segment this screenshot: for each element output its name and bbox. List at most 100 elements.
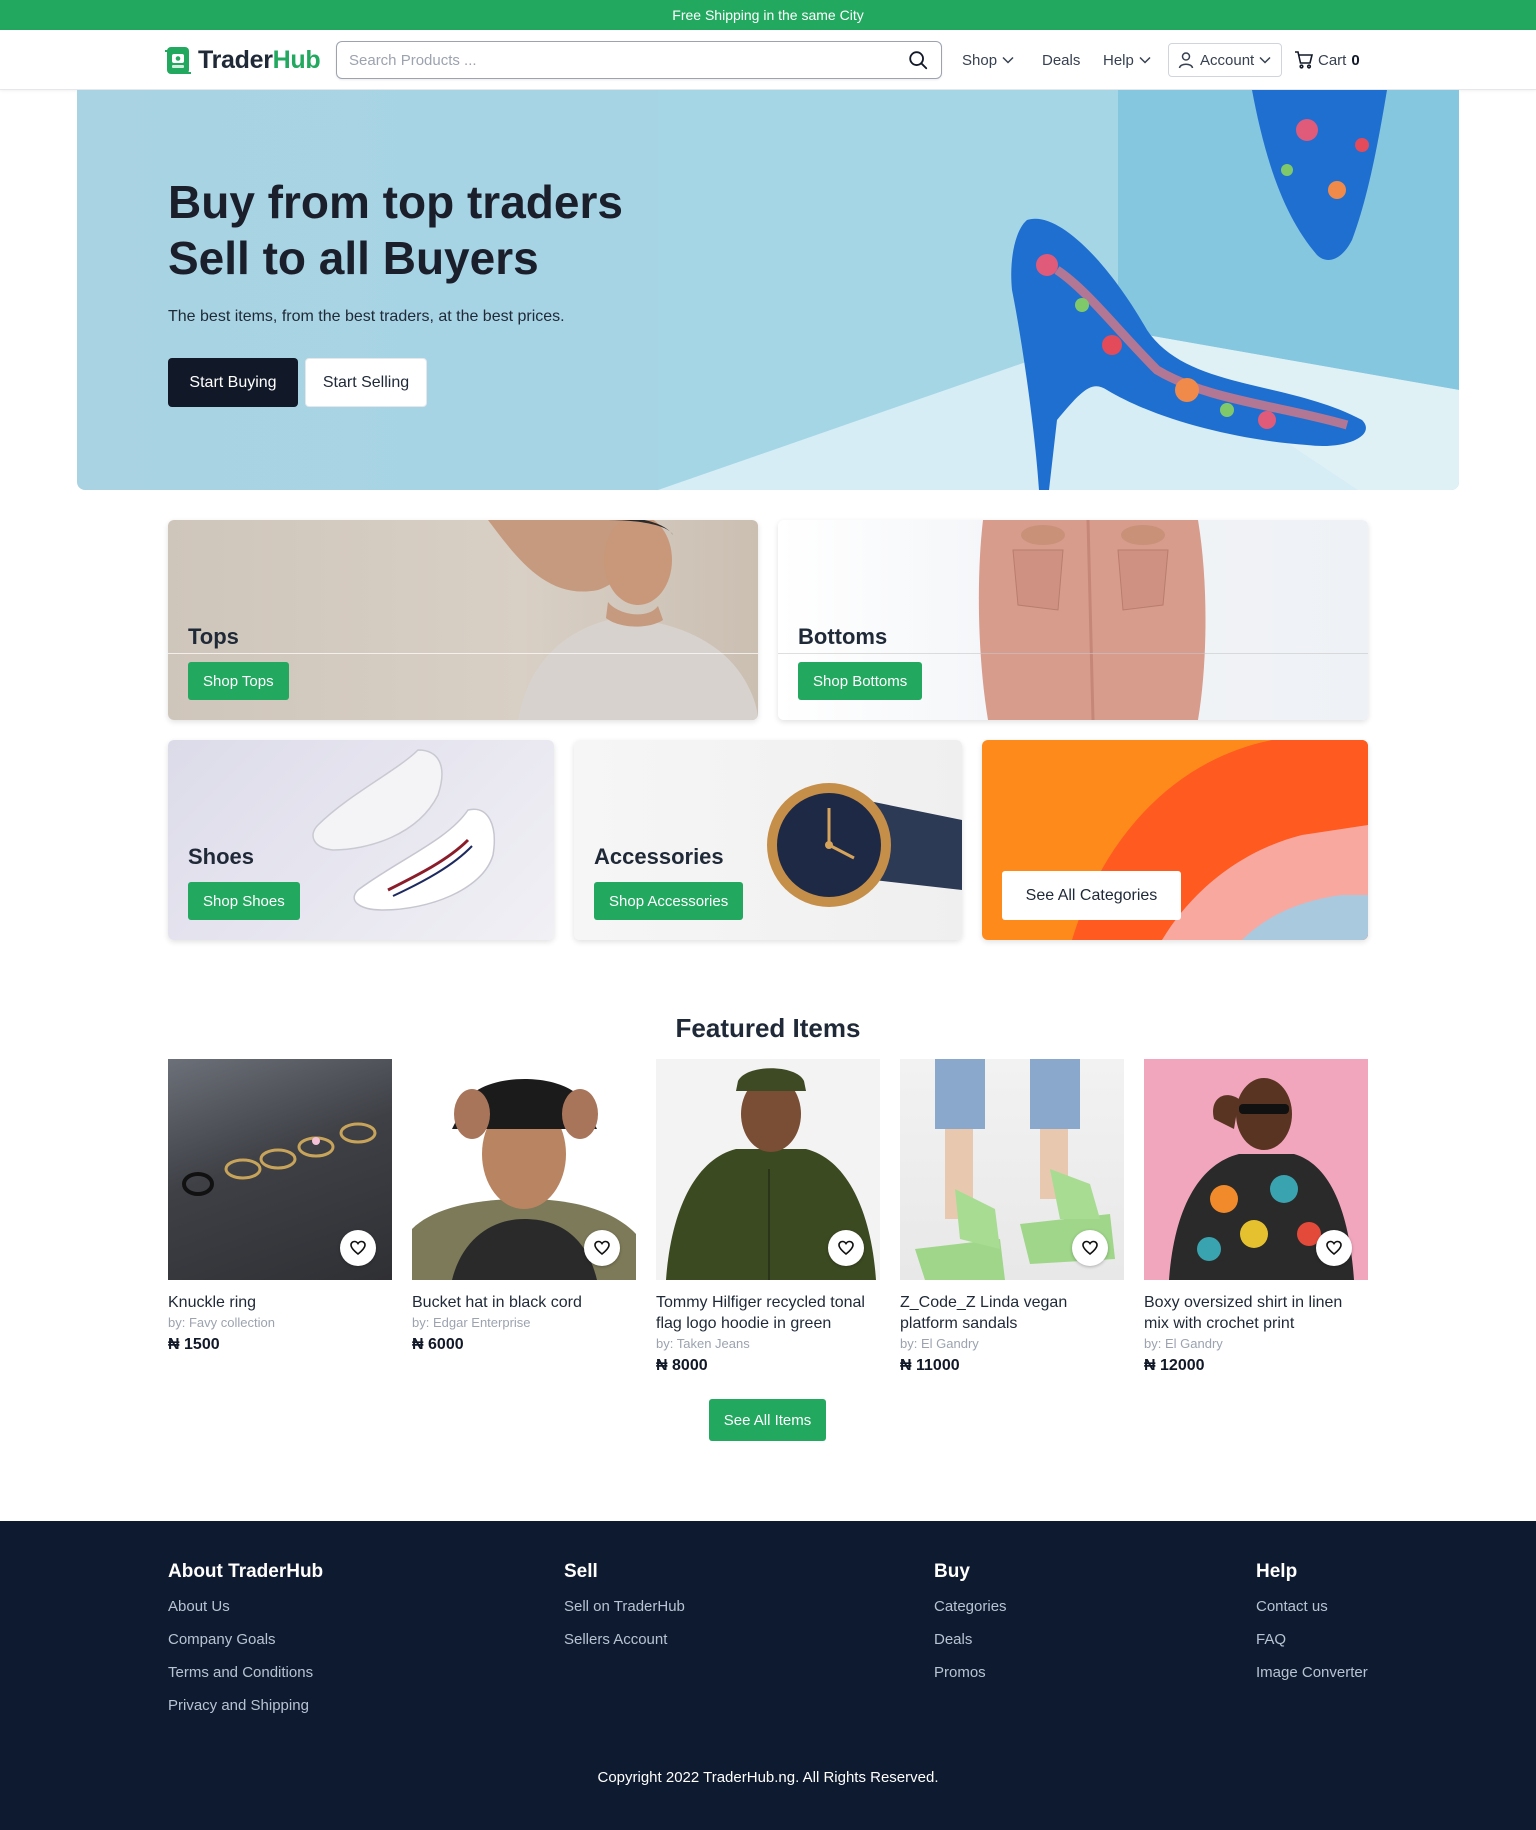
product-image[interactable] xyxy=(168,1059,392,1280)
footer-link[interactable]: Promos xyxy=(934,1663,1007,1682)
footer-link[interactable]: Terms and Conditions xyxy=(168,1663,323,1682)
divider xyxy=(778,653,1368,654)
nav-deals-label: Deals xyxy=(1042,51,1081,69)
footer-column-help: Help Contact us FAQ Image Converter xyxy=(1256,1561,1368,1696)
product-seller: by: Edgar Enterprise xyxy=(412,1315,636,1330)
product-card[interactable]: Tommy Hilfiger recycled tonal flag logo … xyxy=(656,1059,880,1375)
nav-shop[interactable]: Shop xyxy=(962,41,1015,79)
category-card-bottoms[interactable]: Bottoms Shop Bottoms xyxy=(778,520,1368,720)
cart-button[interactable]: Cart 0 xyxy=(1294,41,1360,79)
product-price: ₦ 1500 xyxy=(168,1336,392,1354)
wishlist-button[interactable] xyxy=(1072,1230,1108,1266)
shop-tops-button[interactable]: Shop Tops xyxy=(188,662,289,700)
wishlist-button[interactable] xyxy=(340,1230,376,1266)
price-value: 8000 xyxy=(672,1357,708,1374)
hero-subtitle: The best items, from the best traders, a… xyxy=(168,308,565,325)
nav-help-label: Help xyxy=(1103,51,1134,69)
footer-heading: Sell xyxy=(564,1561,598,1582)
product-price: ₦ 6000 xyxy=(412,1336,636,1354)
footer-heading: Buy xyxy=(934,1561,970,1582)
category-card-all[interactable]: See All Categories xyxy=(982,740,1368,940)
category-title-tops: Tops xyxy=(188,624,239,649)
footer-link[interactable]: Sell on TraderHub xyxy=(564,1597,685,1616)
wishlist-button[interactable] xyxy=(584,1230,620,1266)
price-value: 1500 xyxy=(184,1336,220,1353)
footer-link[interactable]: Company Goals xyxy=(168,1630,323,1649)
footer-column-buy: Buy Categories Deals Promos xyxy=(934,1561,1007,1696)
user-icon xyxy=(1178,52,1194,69)
nav-deals[interactable]: Deals xyxy=(1042,41,1080,79)
wishlist-button[interactable] xyxy=(1316,1230,1352,1266)
nav-help[interactable]: Help xyxy=(1103,41,1152,79)
footer-column-sell: Sell Sell on TraderHub Sellers Account xyxy=(564,1561,685,1663)
product-name[interactable]: Knuckle ring xyxy=(168,1292,392,1313)
shop-shoes-button[interactable]: Shop Shoes xyxy=(188,882,300,920)
announcement-bar: Free Shipping in the same City xyxy=(0,0,1536,30)
price-value: 11000 xyxy=(916,1357,960,1374)
site-header: TraderHub Shop Deals Help Account Cart 0 xyxy=(0,30,1536,90)
product-name[interactable]: Z_Code_Z Linda vegan platform sandals xyxy=(900,1292,1124,1334)
category-card-shoes[interactable]: Shoes Shop Shoes xyxy=(168,740,554,940)
footer-link[interactable]: FAQ xyxy=(1256,1630,1368,1649)
product-name[interactable]: Boxy oversized shirt in linen mix with c… xyxy=(1144,1292,1368,1334)
wishlist-button[interactable] xyxy=(828,1230,864,1266)
price-value: 6000 xyxy=(428,1336,464,1353)
product-image[interactable] xyxy=(656,1059,880,1280)
nav-shop-label: Shop xyxy=(962,51,998,69)
product-card[interactable]: Bucket hat in black cord by: Edgar Enter… xyxy=(412,1059,636,1354)
shop-bottoms-button[interactable]: Shop Bottoms xyxy=(798,662,923,700)
footer-heading: About TraderHub xyxy=(168,1561,324,1582)
by-prefix: by: xyxy=(1144,1336,1162,1351)
see-all-categories-button[interactable]: See All Categories xyxy=(1002,871,1181,920)
cart-label: Cart xyxy=(1318,51,1347,69)
by-prefix: by: xyxy=(656,1336,674,1351)
divider xyxy=(168,653,758,654)
start-buying-button[interactable]: Start Buying xyxy=(168,358,298,407)
by-prefix: by: xyxy=(900,1336,918,1351)
seller-name: El Gandry xyxy=(920,1336,979,1351)
footer-heading: Help xyxy=(1256,1561,1298,1582)
heart-icon xyxy=(1326,1240,1342,1256)
heart-icon xyxy=(350,1240,366,1256)
logo[interactable]: TraderHub xyxy=(162,42,321,78)
hero-title: Buy from top traders Sell to all Buyers xyxy=(168,174,623,286)
account-label: Account xyxy=(1200,51,1255,69)
search-bar xyxy=(336,41,942,79)
product-name[interactable]: Tommy Hilfiger recycled tonal flag logo … xyxy=(656,1292,880,1334)
cart-count: 0 xyxy=(1351,51,1360,69)
product-card[interactable]: Z_Code_Z Linda vegan platform sandals by… xyxy=(900,1059,1124,1375)
see-all-items-button[interactable]: See All Items xyxy=(709,1399,826,1441)
product-name[interactable]: Bucket hat in black cord xyxy=(412,1292,636,1313)
start-selling-button[interactable]: Start Selling xyxy=(305,358,427,407)
footer-link[interactable]: Categories xyxy=(934,1597,1007,1616)
product-card[interactable]: Knuckle ring by: Favy collection ₦ 1500 xyxy=(168,1059,392,1354)
product-price: ₦ 12000 xyxy=(1144,1357,1368,1375)
footer-link[interactable]: About Us xyxy=(168,1597,323,1616)
search-input[interactable] xyxy=(349,51,907,69)
heart-icon xyxy=(838,1240,854,1256)
seller-name: Edgar Enterprise xyxy=(432,1315,531,1330)
footer-link[interactable]: Deals xyxy=(934,1630,1007,1649)
search-icon[interactable] xyxy=(907,49,929,71)
footer-link[interactable]: Sellers Account xyxy=(564,1630,685,1649)
currency-symbol: ₦ xyxy=(412,1336,424,1353)
footer-link[interactable]: Privacy and Shipping xyxy=(168,1696,323,1715)
footer-link[interactable]: Image Converter xyxy=(1256,1663,1368,1682)
product-card[interactable]: Boxy oversized shirt in linen mix with c… xyxy=(1144,1059,1368,1375)
shop-accessories-button[interactable]: Shop Accessories xyxy=(594,882,744,920)
footer-link[interactable]: Contact us xyxy=(1256,1597,1368,1616)
logo-text-part2: Hub xyxy=(272,45,321,74)
product-image[interactable] xyxy=(412,1059,636,1280)
category-card-tops[interactable]: Tops Shop Tops xyxy=(168,520,758,720)
chevron-down-icon xyxy=(1259,56,1271,64)
bottoms-image xyxy=(978,520,1206,720)
hero-banner: Buy from top traders Sell to all Buyers … xyxy=(77,90,1459,490)
product-price: ₦ 11000 xyxy=(900,1357,1124,1375)
category-card-accessories[interactable]: Accessories Shop Accessories xyxy=(574,740,962,940)
account-button[interactable]: Account xyxy=(1168,43,1282,77)
product-image[interactable] xyxy=(1144,1059,1368,1280)
product-image[interactable] xyxy=(900,1059,1124,1280)
tops-image xyxy=(488,520,758,720)
currency-symbol: ₦ xyxy=(900,1357,912,1374)
category-title-shoes: Shoes xyxy=(188,844,255,869)
